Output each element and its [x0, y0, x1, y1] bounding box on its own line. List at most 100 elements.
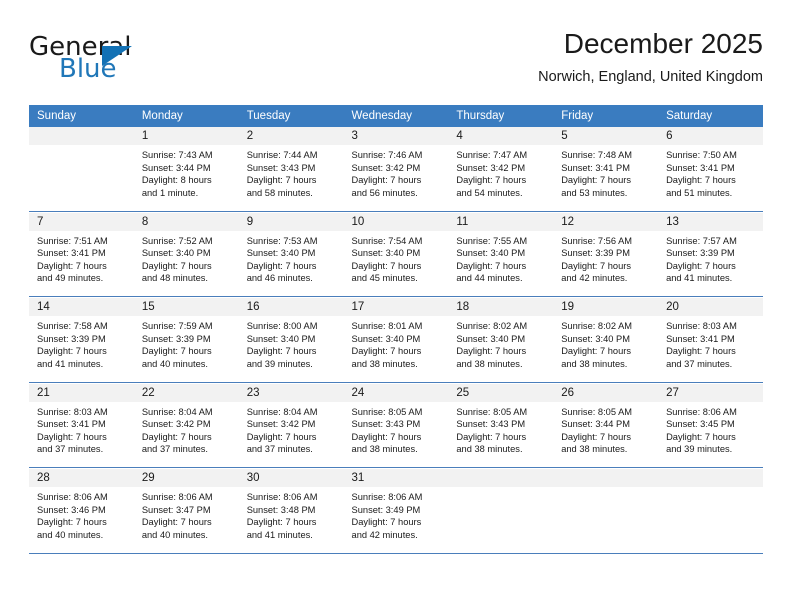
page-title: December 2025 [563, 28, 763, 59]
day-detail-line: Sunrise: 8:02 AM [561, 321, 633, 331]
day-number-cell[interactable]: 15 [133, 298, 239, 316]
day-detail-cell: Sunrise: 7:59 AM Sunset: 3:39 PM Daylight:… [133, 316, 239, 382]
day-detail-line: Sunset: 3:40 PM [456, 333, 526, 344]
calendar-weekday-header: Sunday Monday Tuesday Wednesday Thursday… [29, 105, 763, 127]
day-detail-line: Daylight: 7 hours [351, 260, 422, 271]
day-number-cell[interactable]: 12 [553, 212, 659, 231]
day-number-cell-empty [29, 127, 134, 145]
day-detail-line: Sunrise: 7:51 AM [37, 235, 108, 246]
day-number-cell[interactable]: 26 [553, 383, 659, 402]
day-detail-line: Sunset: 3:40 PM [351, 248, 421, 259]
day-detail-line: Sunrise: 8:06 AM [37, 492, 108, 502]
day-number-cell[interactable]: 17 [343, 298, 449, 316]
day-number-cell[interactable]: 27 [658, 383, 763, 402]
day-detail-line: Sunrise: 7:50 AM [666, 150, 737, 160]
day-detail-line: Sunset: 3:41 PM [666, 162, 735, 173]
day-detail-line: and 37 minutes. [37, 444, 104, 455]
day-detail-cell: Sunrise: 7:46 AM Sunset: 3:42 PM Daylight:… [343, 145, 449, 211]
week-daynumber-row: 28 29 30 31 [29, 469, 763, 487]
day-detail-line: Sunrise: 8:03 AM [666, 321, 737, 331]
day-detail-line: Sunrise: 7:44 AM [246, 150, 318, 160]
day-number-cell[interactable]: 22 [133, 383, 239, 402]
weekday-header-sunday: Sunday [29, 105, 134, 127]
day-number-cell[interactable]: 14 [29, 298, 134, 316]
day-detail-line: Sunset: 3:40 PM [351, 333, 421, 344]
day-number-cell[interactable]: 31 [343, 469, 449, 487]
weekday-header-friday: Friday [553, 105, 659, 127]
day-detail-line: Sunset: 3:40 PM [246, 248, 316, 259]
day-detail-line: and 37 minutes. [666, 358, 733, 369]
day-number-cell[interactable]: 19 [553, 298, 659, 316]
day-detail-cell: Sunrise: 7:50 AM Sunset: 3:41 PM Daylight:… [658, 145, 763, 211]
day-number-cell[interactable]: 6 [658, 127, 763, 145]
day-number-cell[interactable]: 30 [238, 469, 344, 487]
day-detail-cell-empty [29, 145, 134, 211]
day-detail-line: Sunrise: 7:59 AM [141, 321, 213, 331]
day-detail-line: Sunset: 3:43 PM [456, 419, 526, 430]
day-number-cell[interactable]: 3 [343, 127, 449, 145]
day-number-cell[interactable]: 8 [133, 212, 239, 231]
day-number-cell[interactable]: 10 [343, 212, 449, 231]
day-detail-line: Sunrise: 8:03 AM [37, 406, 108, 417]
day-detail-line: Sunset: 3:41 PM [666, 333, 735, 344]
day-detail-line: Sunrise: 8:00 AM [246, 321, 318, 331]
day-number-cell[interactable]: 7 [29, 212, 134, 231]
week-daynumber-row: 14 15 16 17 18 19 20 [29, 298, 763, 316]
day-detail-cell-empty [658, 487, 763, 553]
day-detail-line: and 37 minutes. [246, 444, 313, 455]
day-detail-line: Daylight: 7 hours [456, 260, 527, 271]
day-number-cell[interactable]: 25 [448, 383, 554, 402]
calendar-body: 1 2 3 4 5 6 Sunrise: 7:43 AM Sunset: 3:44 PM Day… [29, 127, 763, 555]
general-blue-logo[interactable]: General Blue [29, 32, 209, 90]
week-daynumber-row: 7 8 9 10 11 12 13 [29, 212, 763, 231]
day-number-cell[interactable]: 28 [29, 469, 134, 487]
day-number-cell[interactable]: 18 [448, 298, 554, 316]
day-detail-line: Sunrise: 8:05 AM [351, 406, 423, 417]
day-number-cell[interactable]: 29 [133, 469, 239, 487]
day-detail-cell: Sunrise: 8:06 AM Sunset: 3:48 PM Daylight:… [238, 487, 344, 553]
day-detail-cell: Sunrise: 8:06 AM Sunset: 3:46 PM Daylight:… [29, 487, 134, 553]
day-number-cell[interactable]: 13 [658, 212, 763, 231]
page-header: General Blue December 2025 Norwich, Engl… [29, 26, 763, 98]
day-detail-line: Daylight: 7 hours [666, 260, 736, 271]
day-number-cell[interactable]: 11 [448, 212, 554, 231]
day-number-cell-empty [553, 469, 659, 487]
page-subtitle: Norwich, England, United Kingdom [538, 69, 763, 85]
day-number-cell[interactable]: 24 [343, 383, 449, 402]
day-detail-line: Sunrise: 8:05 AM [561, 406, 633, 417]
day-detail-line: and 54 minutes. [456, 187, 523, 198]
day-detail-cell: Sunrise: 7:47 AM Sunset: 3:42 PM Daylight:… [448, 145, 554, 211]
day-detail-line: Daylight: 7 hours [666, 431, 736, 442]
day-detail-cell: Sunrise: 8:05 AM Sunset: 3:44 PM Daylight:… [553, 401, 659, 468]
day-detail-line: Daylight: 7 hours [37, 260, 107, 271]
day-number-cell[interactable]: 23 [238, 383, 344, 402]
day-detail-line: and 48 minutes. [141, 273, 208, 284]
day-number-cell[interactable]: 16 [238, 298, 344, 316]
day-detail-line: Sunset: 3:40 PM [246, 333, 316, 344]
day-number-cell-empty [658, 469, 763, 487]
day-number-cell[interactable]: 1 [133, 127, 239, 145]
day-detail-cell: Sunrise: 7:56 AM Sunset: 3:39 PM Daylight:… [553, 230, 659, 297]
day-detail-line: Sunset: 3:41 PM [561, 162, 630, 173]
day-detail-line: and 38 minutes. [456, 358, 523, 369]
day-number-cell[interactable]: 4 [448, 127, 554, 145]
day-detail-line: and 38 minutes. [351, 444, 418, 455]
day-detail-line: Daylight: 7 hours [141, 260, 212, 271]
day-detail-cell: Sunrise: 8:06 AM Sunset: 3:49 PM Daylight:… [343, 487, 449, 553]
day-detail-line: Sunset: 3:40 PM [561, 333, 630, 344]
day-number-cell[interactable]: 2 [238, 127, 344, 145]
day-number-cell[interactable]: 5 [553, 127, 659, 145]
day-detail-line: Daylight: 7 hours [351, 346, 422, 357]
day-detail-line: Daylight: 7 hours [246, 517, 317, 528]
day-number-cell[interactable]: 21 [29, 383, 134, 402]
calendar-page: General Blue December 2025 Norwich, Engl… [0, 0, 792, 612]
day-number-cell[interactable]: 9 [238, 212, 344, 231]
day-detail-line: Sunrise: 8:04 AM [246, 406, 318, 417]
day-detail-line: Daylight: 7 hours [351, 517, 422, 528]
day-detail-line: Sunrise: 7:57 AM [666, 235, 737, 246]
day-detail-cell: Sunrise: 7:51 AM Sunset: 3:41 PM Daylight:… [29, 230, 134, 297]
day-detail-line: Daylight: 7 hours [37, 517, 107, 528]
week-daynumber-row: 123456 [29, 127, 763, 145]
day-number-cell[interactable]: 20 [658, 298, 763, 316]
weekday-header-wednesday: Wednesday [343, 105, 449, 127]
